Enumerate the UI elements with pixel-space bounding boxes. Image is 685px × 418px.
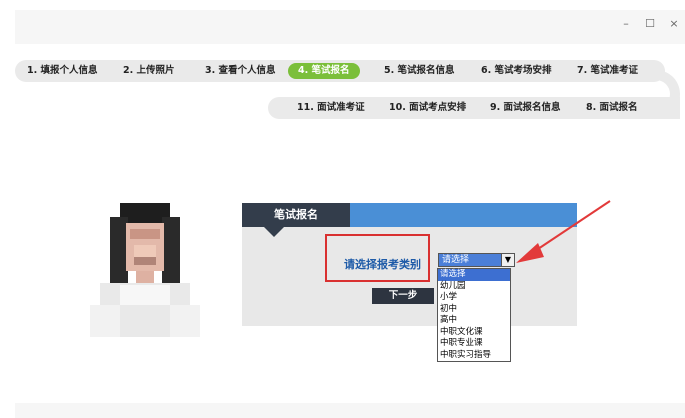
step-fill-personal-info[interactable]: 1. 填报个人信息 (27, 63, 98, 79)
dropdown-option[interactable]: 中职实习指导 (438, 350, 510, 362)
category-select-value: 请选择 (442, 255, 470, 265)
dropdown-option[interactable]: 请选择 (438, 269, 510, 281)
dropdown-option[interactable]: 高中 (438, 315, 510, 327)
dropdown-option[interactable]: 小学 (438, 292, 510, 304)
category-select[interactable]: 请选择 ▼ (438, 253, 515, 267)
step-written-registration-info[interactable]: 5. 笔试报名信息 (384, 63, 455, 79)
step-written-exam-room[interactable]: 6. 笔试考场安排 (481, 63, 552, 79)
step-interview-registration[interactable]: 8. 面试报名 (586, 100, 638, 116)
step-interview-admission-ticket[interactable]: 11. 面试准考证 (297, 100, 365, 116)
step-view-personal-info[interactable]: 3. 查看个人信息 (205, 63, 276, 79)
category-label: 请选择报考类别 (344, 258, 421, 271)
category-dropdown-list: 请选择 幼儿园 小学 初中 高中 中职文化课 中职专业课 中职实习指导 (437, 268, 511, 362)
step-written-admission-ticket[interactable]: 7. 笔试准考证 (577, 63, 638, 79)
minimize-button[interactable]: – (618, 16, 634, 32)
dropdown-option[interactable]: 中职专业课 (438, 338, 510, 350)
step-interview-venue[interactable]: 10. 面试考点安排 (389, 100, 466, 116)
next-step-button[interactable]: 下一步 (372, 288, 434, 304)
step-written-exam-registration[interactable]: 4. 笔试报名 (288, 63, 360, 79)
step-upload-photo[interactable]: 2. 上传照片 (123, 63, 175, 79)
applicant-photo (90, 195, 200, 337)
footer-bar (15, 403, 685, 418)
arrow-icon (516, 200, 611, 263)
panel-tab-title: 笔试报名 (242, 203, 350, 227)
panel-tab-pointer (264, 227, 284, 237)
close-button[interactable]: × (666, 16, 682, 32)
title-bar: – ☐ × (15, 10, 685, 44)
dropdown-option[interactable]: 中职文化课 (438, 327, 510, 339)
dropdown-option[interactable]: 幼儿园 (438, 281, 510, 293)
maximize-button[interactable]: ☐ (642, 16, 658, 32)
dropdown-option[interactable]: 初中 (438, 304, 510, 316)
step-interview-registration-info[interactable]: 9. 面试报名信息 (490, 100, 561, 116)
